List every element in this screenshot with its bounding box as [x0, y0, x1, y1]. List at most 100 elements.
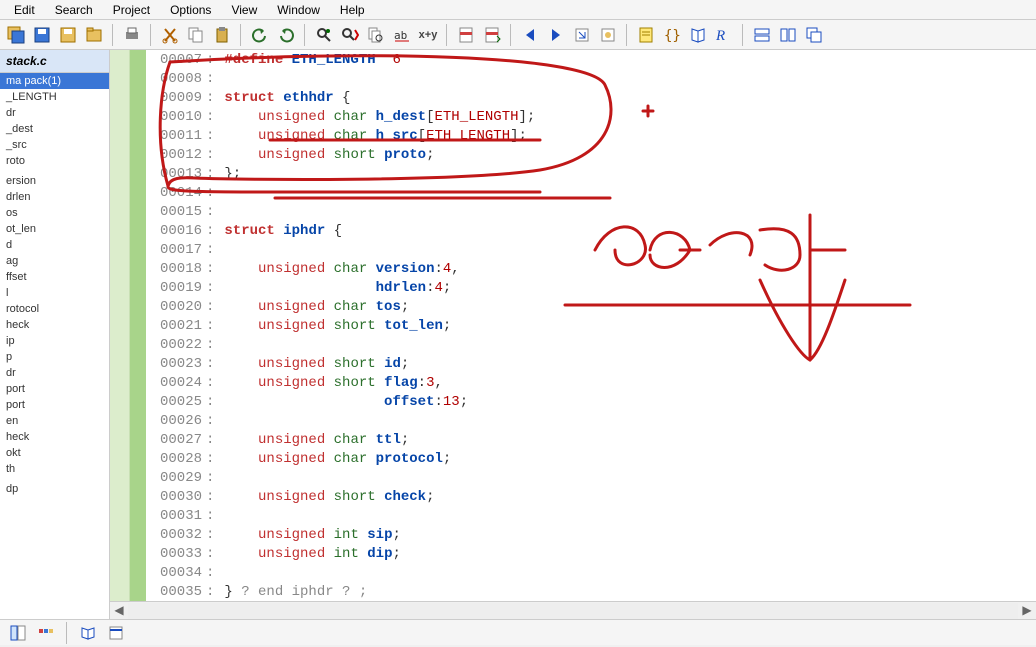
line-code[interactable]	[216, 507, 1036, 526]
symbol-item[interactable]: dr	[0, 105, 109, 121]
symbol-item[interactable]: ot_len	[0, 221, 109, 237]
line-code[interactable]: unsigned char protocol;	[216, 450, 1036, 469]
book-icon[interactable]	[686, 23, 710, 47]
replace-icon[interactable]: ab	[390, 23, 414, 47]
symbol-item[interactable]: heck	[0, 429, 109, 445]
line-code[interactable]: unsigned char h_src[ETH_LENGTH];	[216, 127, 1036, 146]
symbol-item[interactable]: p	[0, 349, 109, 365]
symbol-item[interactable]: d	[0, 237, 109, 253]
code-line[interactable]: 00025: offset:13;	[146, 393, 1036, 412]
line-code[interactable]: unsigned int sip;	[216, 526, 1036, 545]
paste-icon[interactable]	[210, 23, 234, 47]
line-code[interactable]: unsigned short tot_len;	[216, 317, 1036, 336]
code-line[interactable]: 00014:	[146, 184, 1036, 203]
code-line[interactable]: 00033: unsigned int dip;	[146, 545, 1036, 564]
line-code[interactable]: unsigned short check;	[216, 488, 1036, 507]
code-line[interactable]: 00008:	[146, 70, 1036, 89]
scroll-track[interactable]	[128, 603, 1018, 619]
symbol-item[interactable]: l	[0, 285, 109, 301]
line-code[interactable]: } ? end iphdr ? ;	[216, 583, 1036, 601]
cut-icon[interactable]	[158, 23, 182, 47]
fold-margin[interactable]	[110, 50, 130, 601]
menu-search[interactable]: Search	[45, 1, 103, 19]
symbol-item[interactable]: _src	[0, 137, 109, 153]
line-code[interactable]: unsigned short id;	[216, 355, 1036, 374]
line-code[interactable]	[216, 241, 1036, 260]
menu-window[interactable]: Window	[267, 1, 330, 19]
symbol-window-icon[interactable]	[6, 621, 30, 645]
code-line[interactable]: 00026:	[146, 412, 1036, 431]
symbol-item[interactable]: ag	[0, 253, 109, 269]
menu-edit[interactable]: Edit	[4, 1, 45, 19]
line-code[interactable]: #define ETH_LENGTH 6	[216, 51, 1036, 70]
code-line[interactable]: 00009: struct ethhdr {	[146, 89, 1036, 108]
symbol-item[interactable]: dp	[0, 481, 109, 497]
book-open-icon[interactable]	[76, 621, 100, 645]
line-code[interactable]: unsigned char tos;	[216, 298, 1036, 317]
code-line[interactable]: 00019: hdrlen:4;	[146, 279, 1036, 298]
symbol-item[interactable]: os	[0, 205, 109, 221]
symbol-item[interactable]: roto	[0, 153, 109, 169]
context-icon[interactable]	[634, 23, 658, 47]
code-area[interactable]: 00007: #define ETH_LENGTH 600008: 00009:…	[146, 50, 1036, 601]
code-line[interactable]: 00013: };	[146, 165, 1036, 184]
line-code[interactable]: struct ethhdr {	[216, 89, 1036, 108]
nav-fwd-icon[interactable]	[544, 23, 568, 47]
symbol-item[interactable]: port	[0, 397, 109, 413]
bookmark-next-icon[interactable]	[480, 23, 504, 47]
menu-view[interactable]: View	[221, 1, 267, 19]
code-line[interactable]: 00034:	[146, 564, 1036, 583]
find-icon[interactable]	[312, 23, 336, 47]
file-tab[interactable]: stack.c	[0, 50, 109, 73]
nav-back-icon[interactable]	[518, 23, 542, 47]
code-line[interactable]: 00027: unsigned char ttl;	[146, 431, 1036, 450]
line-code[interactable]: offset:13;	[216, 393, 1036, 412]
save-project-icon[interactable]	[82, 23, 106, 47]
save-as-icon[interactable]	[56, 23, 80, 47]
code-line[interactable]: 00024: unsigned short flag:3,	[146, 374, 1036, 393]
symbol-item[interactable]: ffset	[0, 269, 109, 285]
line-code[interactable]: unsigned char ttl;	[216, 431, 1036, 450]
xy-icon[interactable]: x+y	[416, 23, 440, 47]
symbol-item[interactable]: en	[0, 413, 109, 429]
line-code[interactable]	[216, 469, 1036, 488]
line-code[interactable]: hdrlen:4;	[216, 279, 1036, 298]
code-line[interactable]: 00017:	[146, 241, 1036, 260]
code-line[interactable]: 00023: unsigned short id;	[146, 355, 1036, 374]
copy-icon[interactable]	[184, 23, 208, 47]
symbol-item[interactable]: _LENGTH	[0, 89, 109, 105]
symbol-item[interactable]: ersion	[0, 173, 109, 189]
symbol-item[interactable]: heck	[0, 317, 109, 333]
line-code[interactable]: struct iphdr {	[216, 222, 1036, 241]
line-code[interactable]: };	[216, 165, 1036, 184]
code-line[interactable]: 00012: unsigned short proto;	[146, 146, 1036, 165]
bookmark-toggle-icon[interactable]	[454, 23, 478, 47]
line-code[interactable]: unsigned short flag:3,	[216, 374, 1036, 393]
symbol-item[interactable]: port	[0, 381, 109, 397]
code-line[interactable]: 00016: struct iphdr {	[146, 222, 1036, 241]
code-line[interactable]: 00035: } ? end iphdr ? ;	[146, 583, 1036, 601]
symbol-item[interactable]: th	[0, 461, 109, 477]
code-line[interactable]: 00015:	[146, 203, 1036, 222]
jump-icon[interactable]	[570, 23, 594, 47]
symbol-item[interactable]: drlen	[0, 189, 109, 205]
relation-icon[interactable]: R	[712, 23, 736, 47]
save-all-icon[interactable]	[4, 23, 28, 47]
line-code[interactable]	[216, 336, 1036, 355]
code-line[interactable]: 00022:	[146, 336, 1036, 355]
line-code[interactable]: unsigned int dip;	[216, 545, 1036, 564]
symbol-item[interactable]: ma pack(1)	[0, 73, 109, 89]
menu-options[interactable]: Options	[160, 1, 221, 19]
line-code[interactable]	[216, 564, 1036, 583]
window-tile-h-icon[interactable]	[750, 23, 774, 47]
code-line[interactable]: 00007: #define ETH_LENGTH 6	[146, 51, 1036, 70]
code-line[interactable]: 00010: unsigned char h_dest[ETH_LENGTH];	[146, 108, 1036, 127]
code-line[interactable]: 00032: unsigned int sip;	[146, 526, 1036, 545]
jump-def-icon[interactable]	[596, 23, 620, 47]
symbol-list[interactable]: ma pack(1)_LENGTHdr_dest_srcrotoersiondr…	[0, 73, 109, 619]
mini-toolbar-icon[interactable]	[34, 621, 58, 645]
print-icon[interactable]	[120, 23, 144, 47]
code-line[interactable]: 00029:	[146, 469, 1036, 488]
window-cascade-icon[interactable]	[802, 23, 826, 47]
symbol-item[interactable]: okt	[0, 445, 109, 461]
